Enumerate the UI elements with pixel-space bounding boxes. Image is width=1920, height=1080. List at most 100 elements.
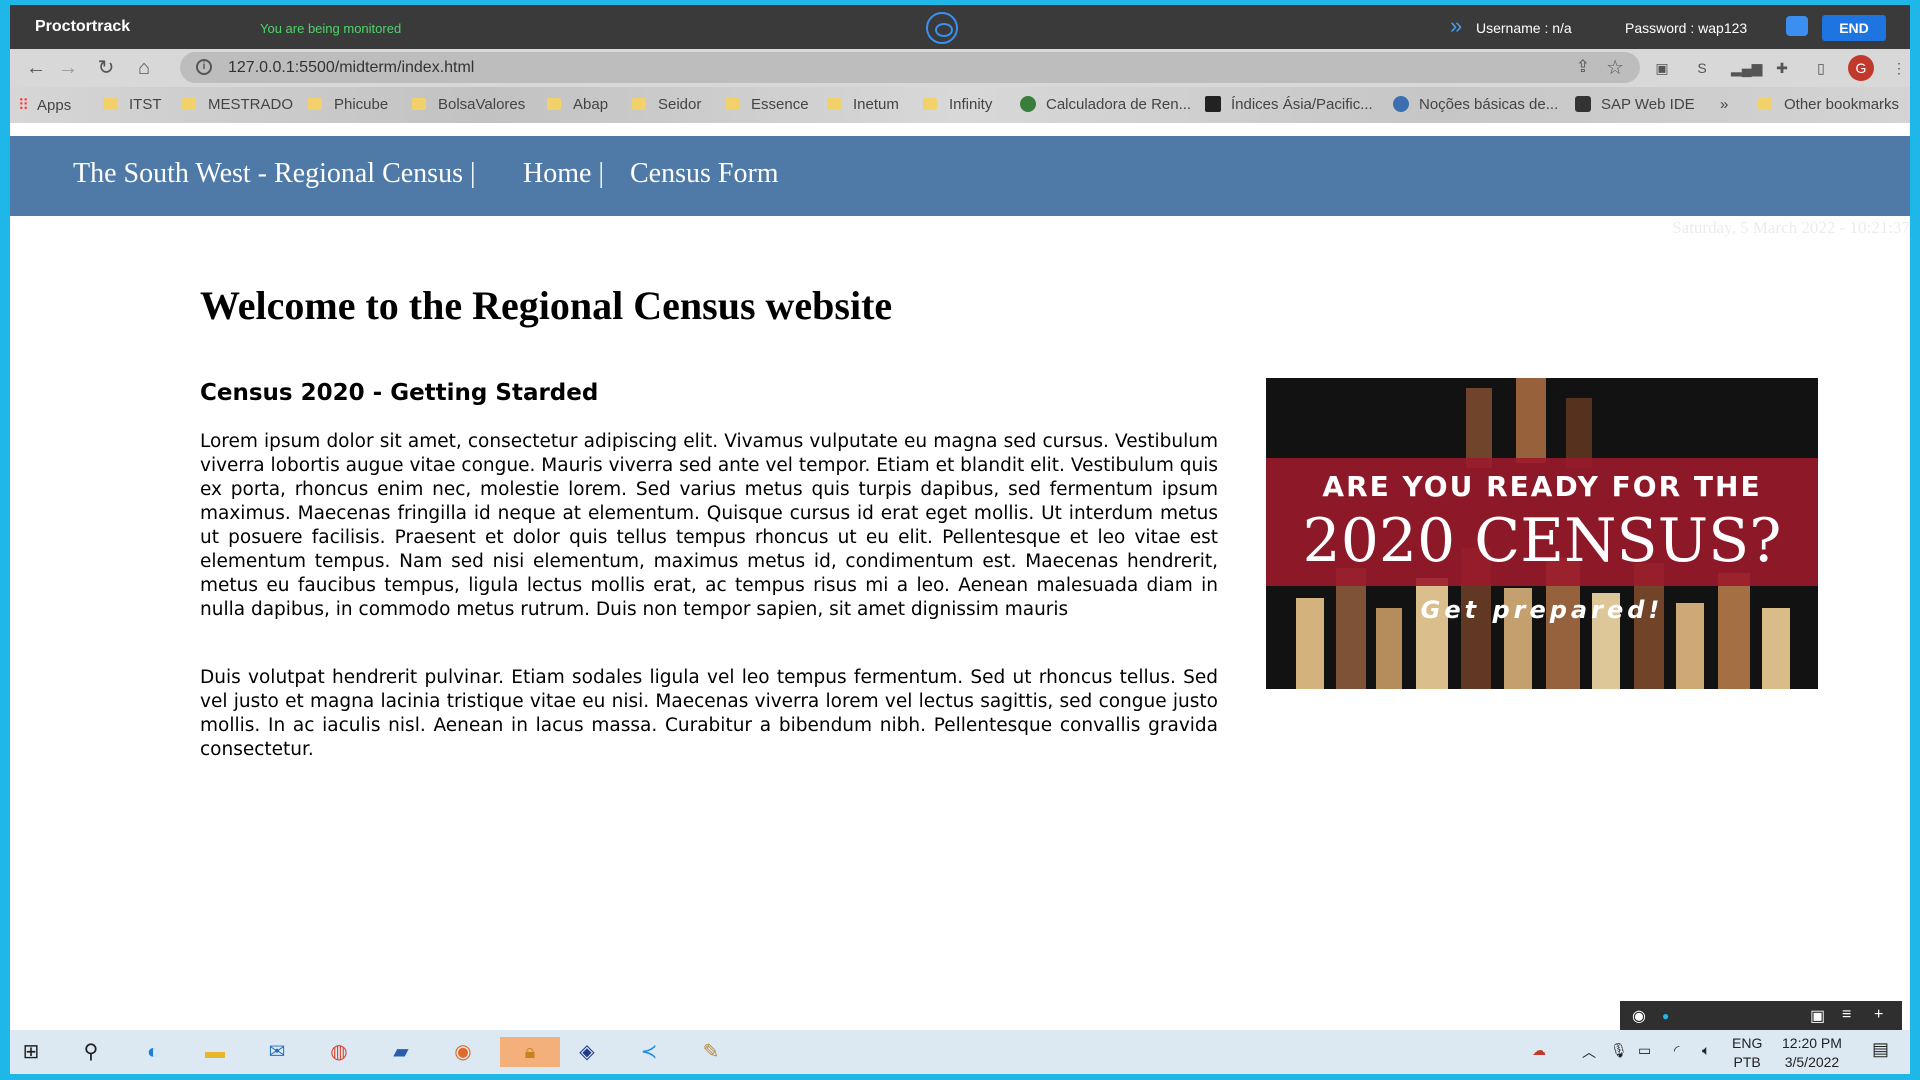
chevron-up-icon[interactable]: ︿	[1582, 1042, 1596, 1062]
banner-line-3: Get prepared!	[1420, 596, 1664, 624]
banner-line-1: ARE YOU READY FOR THE	[1322, 470, 1762, 503]
bookmark-essence[interactable]: Essence	[725, 96, 809, 113]
plus-icon[interactable]: +	[1874, 1006, 1883, 1024]
apps-grid-icon: ⠿	[18, 97, 29, 114]
eye-icon[interactable]: ◉	[1632, 1006, 1646, 1026]
census-banner-image: ARE YOU READY FOR THE 2020 CENSUS? Get p…	[1266, 378, 1818, 689]
chevron-right-icon: »	[1450, 13, 1463, 38]
folder-icon	[923, 98, 937, 110]
calculator-site-icon	[1020, 96, 1036, 112]
volume-icon[interactable]: 🔈︎	[1702, 1042, 1710, 1059]
bookmark-indices[interactable]: Índices Ásia/Pacific...	[1205, 96, 1373, 113]
bookmark-mestrado[interactable]: MESTRADO	[182, 96, 293, 113]
bookmark-sap-web-ide[interactable]: SAP Web IDE	[1575, 96, 1695, 113]
status-dot-icon: ●	[1662, 1009, 1670, 1023]
wifi-icon[interactable]: ◜	[1674, 1042, 1679, 1059]
end-button[interactable]: END	[1822, 15, 1886, 41]
profile-avatar[interactable]: G	[1848, 55, 1874, 81]
bookmark-apps[interactable]: ⠿ Apps	[18, 96, 71, 114]
folder-icon	[103, 98, 117, 110]
folder-icon	[412, 98, 426, 110]
proctor-bar: Proctortrack You are being monitored » U…	[10, 5, 1910, 49]
chat-icon[interactable]	[1786, 16, 1808, 36]
share-icon[interactable]: ⇪	[1576, 57, 1590, 77]
extension-s-icon[interactable]: S	[1691, 57, 1713, 79]
signal-icon[interactable]: ▂▄▆	[1731, 57, 1762, 79]
folder-icon	[547, 98, 561, 110]
vscode-icon[interactable]: ≺	[634, 1037, 664, 1067]
paragraph-1: Lorem ipsum dolor sit amet, consectetur …	[200, 431, 1218, 620]
chrome-icon[interactable]: ◍	[324, 1037, 354, 1067]
nav-census-form-link[interactable]: Census Form	[630, 158, 779, 190]
proctor-eye-icon[interactable]: ◈	[572, 1037, 602, 1067]
monitoring-status: You are being monitored	[260, 21, 402, 36]
nav-home-link[interactable]: Home |	[523, 158, 604, 190]
bookmark-seidor[interactable]: Seidor	[632, 96, 701, 113]
folder-icon	[632, 98, 646, 110]
chat-icon[interactable]: ▣	[1810, 1006, 1825, 1026]
browser-toolbar: ← → ↻ ⌂ i 127.0.0.1:5500/midterm/index.h…	[10, 49, 1910, 87]
nav-site-title[interactable]: The South West - Regional Census |	[73, 158, 476, 190]
eye-icon[interactable]	[926, 12, 958, 44]
url-text[interactable]: 127.0.0.1:5500/midterm/index.html	[228, 59, 474, 77]
onedrive-icon[interactable]: ☁	[1532, 1042, 1546, 1059]
app-orange-icon[interactable]: ◉	[448, 1037, 478, 1067]
bookmark-abap[interactable]: Abap	[547, 96, 608, 113]
extension-icon[interactable]: ▣	[1651, 57, 1673, 79]
sidepanel-icon[interactable]: ▯	[1810, 57, 1832, 79]
menu-icon[interactable]: ≡	[1842, 1006, 1851, 1024]
bookmark-inetum[interactable]: Inetum	[827, 96, 899, 113]
banner-line-2: 2020 CENSUS?	[1302, 506, 1782, 576]
battery-icon[interactable]: ▭	[1638, 1042, 1651, 1059]
paragraph-2: Duis volutpat hendrerit pulvinar. Etiam …	[200, 667, 1218, 760]
bookmark-nocoes[interactable]: Noções básicas de...	[1393, 96, 1558, 113]
clock-time: 12:20 PM	[1782, 1035, 1842, 1051]
language-top: ENG	[1732, 1035, 1763, 1051]
page-viewport: The South West - Regional Census | Home …	[10, 123, 1910, 1030]
system-clock[interactable]: 12:20 PM 3/5/2022	[1782, 1034, 1842, 1072]
section-heading: Census 2020 - Getting Starded	[200, 380, 599, 406]
proctor-password: Password : wap123	[1625, 20, 1748, 36]
taskbar: ⊞ ⚲ ◐ ▬ ✉ ◍ ▰ ◉ 🔒︎ ◈ ≺ ✎ ☁ ︿ 🎙︎ ▭ ◜ 🔈︎ E…	[10, 1030, 1910, 1074]
address-bar[interactable]: i 127.0.0.1:5500/midterm/index.html ⇪ ☆	[180, 52, 1640, 83]
microphone-icon[interactable]: 🎙︎	[1610, 1042, 1628, 1059]
folder-icon	[182, 98, 196, 110]
menu-dots-icon[interactable]: ⋮	[1888, 57, 1910, 79]
mail-icon[interactable]: ✉	[262, 1037, 292, 1067]
bookmark-other[interactable]: Other bookmarks	[1758, 96, 1899, 113]
date-time: Saturday, 5 March 2022 - 10:21:37	[1672, 218, 1910, 237]
puzzle-icon[interactable]: ✚	[1771, 57, 1793, 79]
folder-icon	[827, 98, 841, 110]
sap-site-icon	[1575, 96, 1591, 112]
bookmark-calculadora[interactable]: Calculadora de Ren...	[1020, 96, 1191, 113]
file-explorer-icon[interactable]: ▬	[200, 1037, 230, 1067]
proctor-username: Username : n/a	[1476, 20, 1572, 36]
folder-icon	[725, 98, 739, 110]
proctortrack-lock-icon[interactable]: 🔒︎	[500, 1037, 560, 1067]
language-bottom: PTB	[1733, 1054, 1761, 1070]
search-icon[interactable]: ⚲	[76, 1037, 106, 1067]
paint-icon[interactable]: ✎	[696, 1037, 726, 1067]
language-indicator[interactable]: ENG PTB	[1732, 1034, 1762, 1072]
more-bookmarks-icon[interactable]: »	[1720, 96, 1728, 113]
forward-icon[interactable]: →	[56, 57, 80, 81]
windows-start-icon[interactable]: ⊞	[16, 1037, 46, 1067]
folder-icon	[1758, 98, 1772, 110]
site-info-icon[interactable]: i	[196, 59, 212, 75]
home-icon[interactable]: ⌂	[132, 57, 156, 81]
back-icon[interactable]: ←	[24, 57, 48, 81]
bookmarks-bar: ⠿ Apps ITST MESTRADO Phicube BolsaValores…	[10, 87, 1910, 123]
clock-date: 3/5/2022	[1784, 1054, 1840, 1070]
site-nav: The South West - Regional Census | Home …	[10, 136, 1910, 216]
notifications-icon[interactable]: ▤	[1872, 1039, 1889, 1060]
reload-icon[interactable]: ↻	[94, 57, 118, 81]
bookmark-star-icon[interactable]: ☆	[1606, 55, 1624, 80]
proctor-widget: ◉ ● ▣ ≡ +	[1620, 1001, 1902, 1031]
folder-icon	[308, 98, 322, 110]
bookmark-phicube[interactable]: Phicube	[308, 96, 388, 113]
bookmark-infinity[interactable]: Infinity	[923, 96, 992, 113]
sap-logon-icon[interactable]: ▰	[386, 1037, 416, 1067]
edge-icon[interactable]: ◐	[138, 1037, 168, 1067]
bookmark-bolsavalores[interactable]: BolsaValores	[412, 96, 525, 113]
bookmark-itst[interactable]: ITST	[103, 96, 162, 113]
